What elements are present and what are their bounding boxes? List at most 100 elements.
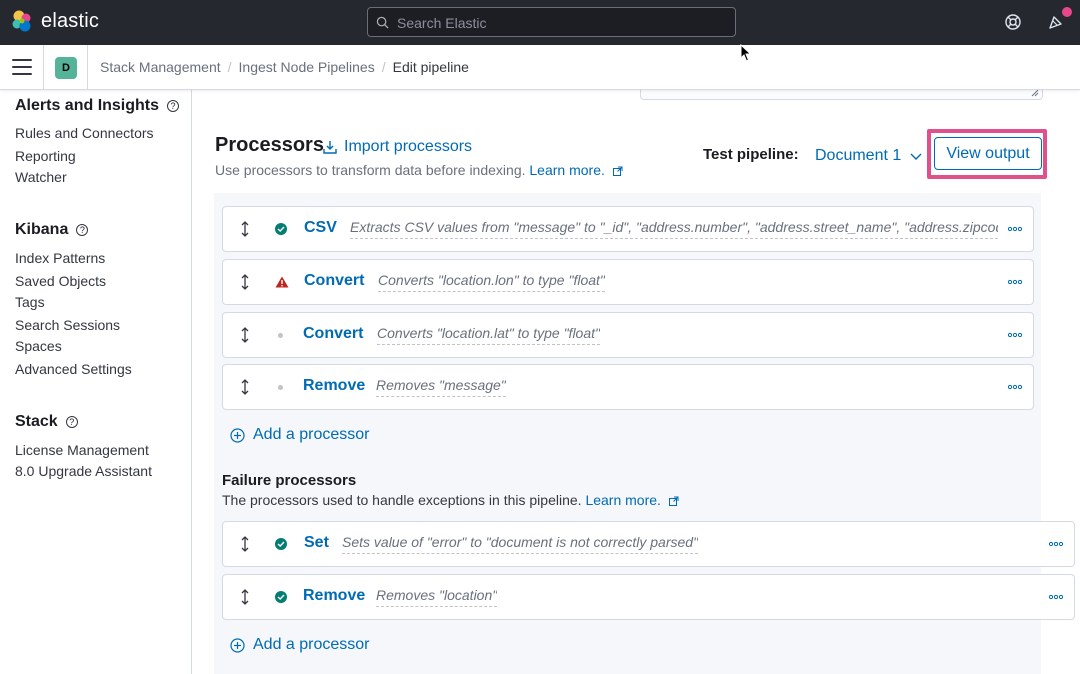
processor-name[interactable]: Convert — [304, 272, 364, 290]
processor-row[interactable]: Remove Removes "message" — [222, 364, 1034, 410]
success-check-icon — [275, 538, 287, 550]
drag-handle-icon[interactable] — [239, 221, 251, 237]
nav-group-title: Stack ? — [15, 413, 78, 431]
newsfeed-icon[interactable] — [1047, 13, 1065, 31]
failure-processor-row[interactable]: Set Sets value of "error" to "document i… — [222, 521, 1075, 567]
add-processor-label: Add a processor — [253, 426, 370, 443]
resize-handle-icon[interactable] — [1031, 90, 1039, 97]
import-icon — [323, 141, 337, 154]
global-search-input[interactable]: Search Elastic — [367, 7, 736, 37]
processor-description: Sets value of "error" to "document is no… — [342, 534, 699, 554]
management-sidebar: Alerts and Insights ? Rules and Connecto… — [0, 90, 192, 674]
processor-description: Extracts CSV values from "message" to "_… — [350, 219, 998, 239]
nav-group-label: Kibana — [15, 221, 69, 238]
breadcrumb-edit-pipeline: Edit pipeline — [392, 59, 469, 75]
processor-name[interactable]: Remove — [303, 587, 365, 605]
main-content: Processors Import processors Use process… — [192, 90, 1080, 674]
drag-handle-icon[interactable] — [239, 274, 251, 290]
drag-handle-icon[interactable] — [239, 379, 251, 395]
document-select-value: Document 1 — [815, 147, 902, 164]
divider — [43, 45, 44, 90]
failure-processors-description: The processors used to handle exceptions… — [222, 492, 679, 508]
processor-description: Converts "location.lat" to type "float" — [377, 325, 600, 345]
sidebar-item-upgrade-assistant[interactable]: 8.0 Upgrade Assistant — [15, 463, 152, 479]
sidebar-item-search-sessions[interactable]: Search Sessions — [15, 317, 120, 333]
sidebar-item-advanced-settings[interactable]: Advanced Settings — [15, 361, 132, 377]
processor-row[interactable]: CSV Extracts CSV values from "message" t… — [222, 206, 1034, 252]
mouse-cursor-icon — [740, 44, 752, 62]
breadcrumb-separator: / — [381, 59, 386, 75]
search-icon — [376, 16, 389, 29]
add-processor-label: Add a processor — [253, 636, 370, 653]
menu-toggle-button[interactable] — [12, 59, 32, 75]
divider — [87, 45, 88, 90]
error-warning-icon — [275, 276, 289, 288]
inactive-dot-icon — [278, 333, 283, 338]
processors-description: Use processors to transform data before … — [215, 162, 623, 178]
nav-group-label: Alerts and Insights — [15, 97, 160, 114]
breadcrumb-stack-management[interactable]: Stack Management — [100, 59, 221, 75]
sidebar-item-watcher[interactable]: Watcher — [15, 169, 67, 185]
plus-circle-icon — [230, 637, 245, 653]
view-output-button[interactable]: View output — [934, 137, 1042, 170]
processor-row[interactable]: Convert Converts "location.lon" to type … — [222, 259, 1034, 305]
more-actions-icon[interactable] — [1007, 329, 1023, 341]
document-select[interactable]: Document 1 — [815, 147, 922, 165]
more-actions-icon[interactable] — [1007, 381, 1023, 393]
external-link-icon — [612, 166, 623, 176]
elastic-logo[interactable]: elastic — [10, 9, 99, 33]
sidebar-item-index-patterns[interactable]: Index Patterns — [15, 250, 105, 266]
processor-name[interactable]: Remove — [303, 377, 365, 395]
drag-handle-icon[interactable] — [239, 589, 251, 605]
learn-more-link[interactable]: Learn more. — [529, 162, 604, 178]
add-processor-button[interactable]: Add a processor — [230, 426, 370, 444]
help-tooltip-icon[interactable]: ? — [167, 100, 180, 112]
processor-name[interactable]: Convert — [303, 325, 363, 343]
processor-description: Removes "message" — [376, 377, 506, 397]
search-placeholder: Search Elastic — [397, 15, 487, 31]
external-link-icon — [668, 496, 679, 506]
processor-description: Converts "location.lon" to type "float" — [378, 272, 605, 292]
help-tooltip-icon[interactable]: ? — [65, 416, 78, 428]
processor-name[interactable]: Set — [304, 534, 329, 552]
sidebar-item-saved-objects[interactable]: Saved Objects — [15, 273, 106, 289]
notification-badge — [1062, 7, 1072, 17]
sidebar-item-spaces[interactable]: Spaces — [15, 338, 62, 354]
plus-circle-icon — [230, 427, 245, 443]
success-check-icon — [275, 223, 287, 235]
more-actions-icon[interactable] — [1007, 223, 1023, 235]
learn-more-link[interactable]: Learn more. — [585, 492, 660, 508]
nav-group-title: Kibana ? — [15, 221, 89, 239]
top-header: elastic Search Elastic — [0, 0, 1080, 45]
drag-handle-icon[interactable] — [239, 327, 251, 343]
more-actions-icon[interactable] — [1048, 538, 1064, 550]
description-textarea[interactable] — [640, 90, 1043, 100]
help-tooltip-icon[interactable]: ? — [76, 224, 89, 236]
failure-processors-title: Failure processors — [222, 472, 357, 489]
import-processors-label: Import processors — [344, 138, 473, 155]
add-failure-processor-button[interactable]: Add a processor — [230, 636, 370, 654]
processors-title: Processors — [215, 134, 324, 156]
import-processors-link[interactable]: Import processors — [322, 138, 472, 156]
drag-handle-icon[interactable] — [239, 536, 251, 552]
failure-description-text: The processors used to handle exceptions… — [222, 492, 582, 508]
more-actions-icon[interactable] — [1048, 591, 1064, 603]
processor-row[interactable]: Convert Converts "location.lat" to type … — [222, 312, 1034, 358]
help-icon[interactable] — [1004, 13, 1022, 31]
chevron-down-icon — [910, 153, 922, 160]
sidebar-item-tags[interactable]: Tags — [15, 294, 45, 310]
space-avatar[interactable]: D — [55, 57, 77, 79]
processors-description-text: Use processors to transform data before … — [215, 162, 526, 178]
sidebar-item-license-management[interactable]: License Management — [15, 442, 149, 458]
sidebar-item-reporting[interactable]: Reporting — [15, 148, 76, 164]
breadcrumb-ingest-node-pipelines[interactable]: Ingest Node Pipelines — [239, 59, 375, 75]
test-pipeline-label: Test pipeline: — [703, 146, 799, 163]
sidebar-item-rules-and-connectors[interactable]: Rules and Connectors — [15, 125, 154, 141]
more-actions-icon[interactable] — [1007, 276, 1023, 288]
processor-name[interactable]: CSV — [304, 219, 337, 237]
nav-group-label: Stack — [15, 413, 58, 430]
breadcrumb-separator: / — [227, 59, 232, 75]
breadcrumb-bar: D Stack Management / Ingest Node Pipelin… — [0, 45, 1080, 90]
failure-processor-row[interactable]: Remove Removes "location" — [222, 574, 1075, 620]
processor-description: Removes "location" — [376, 587, 498, 607]
